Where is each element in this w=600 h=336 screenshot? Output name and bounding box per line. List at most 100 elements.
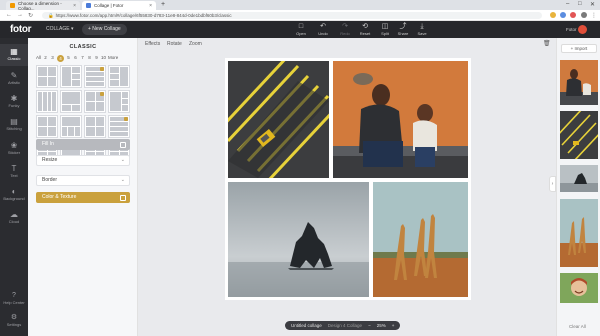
color-texture-option[interactable]: Color & Texture [36, 192, 130, 203]
collage-photo-rock[interactable] [228, 182, 369, 297]
redo-button[interactable]: ↷ Redo [336, 23, 354, 36]
template-thumb[interactable] [60, 90, 82, 113]
trash-icon[interactable]: 🗑 [543, 40, 551, 47]
browser-tab-active[interactable]: Collage | Fotor × [82, 1, 156, 10]
split-button[interactable]: ◫ Split [376, 23, 394, 36]
fill-in-option[interactable]: Fill In [36, 139, 130, 150]
chevron-down-icon: ⌄ [120, 157, 125, 163]
photo-thumbnail[interactable] [560, 199, 598, 267]
template-thumb[interactable] [108, 65, 130, 88]
back-button[interactable]: ← [6, 12, 12, 18]
help-icon: ? [12, 292, 16, 299]
rail-item-artistic[interactable]: ✎ Artistic [0, 71, 28, 85]
count-2[interactable]: 2 [43, 55, 48, 62]
count-more[interactable]: More [108, 55, 118, 62]
zoom-tool[interactable]: Zoom [189, 41, 202, 47]
rail-item-stitching[interactable]: ▤ Stitching [0, 117, 28, 131]
photo-thumbnail[interactable] [560, 165, 598, 192]
count-9[interactable]: 9 [94, 55, 99, 62]
reset-button[interactable]: ⟲ Reset [356, 23, 374, 36]
settings-button[interactable]: ⚙ Settings [0, 314, 28, 327]
collage-name[interactable]: Untitled collage [291, 323, 322, 328]
rail-item-cloud[interactable]: ☁ Cloud [0, 210, 28, 224]
import-button[interactable]: + Import [561, 44, 597, 53]
sea-rock-image [228, 182, 369, 297]
rail-item-classic[interactable]: ▦ Classic [0, 44, 28, 66]
count-all[interactable]: All [36, 55, 41, 62]
avatar[interactable] [578, 25, 587, 34]
parking-lot-image [228, 61, 329, 178]
template-thumb[interactable] [108, 90, 130, 113]
save-icon: ⤓ [420, 23, 424, 30]
count-5[interactable]: 5 [66, 55, 71, 62]
open-button[interactable]: □ Open [292, 23, 310, 36]
photo-thumbnail[interactable] [560, 111, 598, 159]
template-thumb[interactable] [60, 115, 82, 138]
close-icon[interactable]: × [149, 3, 152, 9]
count-7[interactable]: 7 [80, 55, 85, 62]
extension-icon[interactable] [550, 12, 556, 18]
canvas-workspace: Effects Rotate Zoom 🗑 [138, 38, 556, 336]
photo-thumbnail[interactable] [560, 60, 598, 105]
zoom-out-button[interactable]: − [368, 323, 371, 328]
count-6[interactable]: 6 [73, 55, 78, 62]
template-thumb[interactable] [84, 115, 106, 138]
window-close-button[interactable]: ✕ [590, 1, 595, 8]
template-thumb[interactable] [36, 90, 58, 113]
template-thumb[interactable] [108, 115, 130, 138]
effects-tool[interactable]: Effects [145, 41, 160, 47]
count-10[interactable]: 10 [101, 55, 106, 62]
count-4[interactable]: 4 [57, 55, 65, 62]
extension-icon[interactable] [570, 12, 576, 18]
template-thumb[interactable] [60, 65, 82, 88]
browser-menu-icon[interactable]: ⋮ [591, 12, 597, 19]
funky-icon: ✱ [10, 94, 18, 103]
collage-canvas[interactable] [225, 58, 471, 300]
count-8[interactable]: 8 [87, 55, 92, 62]
new-collage-button[interactable]: + New Collage [82, 24, 127, 35]
resize-option[interactable]: Resize ⌄ [36, 155, 130, 166]
close-icon[interactable]: × [73, 3, 76, 9]
collage-size[interactable]: Design 4 Collage [328, 323, 362, 328]
new-tab-button[interactable]: + [159, 1, 167, 9]
clear-all-button[interactable]: Clear All [569, 324, 586, 329]
maximize-button[interactable]: □ [578, 1, 582, 7]
text-icon: T [11, 164, 17, 173]
rail-label: Funky [8, 103, 20, 108]
mode-dropdown[interactable]: COLLAGE ▾ [46, 26, 74, 32]
rail-item-sticker[interactable]: ❀ Sticker [0, 141, 28, 155]
minimize-button[interactable]: – [566, 1, 569, 7]
rail-item-funky[interactable]: ✱ Funky [0, 94, 28, 108]
collage-photo-family[interactable] [333, 61, 468, 178]
template-thumb[interactable] [84, 65, 106, 88]
count-3[interactable]: 3 [50, 55, 55, 62]
help-center-button[interactable]: ? Help Center [0, 292, 28, 305]
reload-button[interactable]: ↻ [28, 12, 33, 19]
premium-icon [100, 67, 104, 71]
template-thumb[interactable] [36, 65, 58, 88]
undo-button[interactable]: ↶ Undo [314, 23, 332, 36]
save-button[interactable]: ⤓ Save [413, 23, 431, 36]
forward-button[interactable]: → [17, 12, 23, 18]
extension-icon[interactable] [560, 12, 566, 18]
photo-thumbnail[interactable] [560, 273, 598, 303]
border-option[interactable]: Border ⌄ [36, 175, 130, 186]
rail-item-text[interactable]: T Text [0, 164, 28, 178]
collage-photo-parking[interactable] [228, 61, 329, 178]
template-thumb[interactable] [84, 90, 106, 113]
collage-photo-giraffes[interactable] [373, 182, 468, 297]
zoom-in-button[interactable]: + [392, 323, 395, 328]
share-label: Share [397, 31, 409, 36]
profile-icon[interactable] [581, 12, 587, 18]
undo-label: Undo [318, 31, 328, 36]
fotor-logo[interactable]: fotor [10, 24, 32, 35]
split-label: Split [381, 31, 389, 36]
url-field[interactable]: 🔒 https://www.fotor.com/app.html#/collage… [42, 12, 542, 19]
rail-label: Background [3, 196, 25, 201]
rotate-tool[interactable]: Rotate [167, 41, 182, 47]
template-thumb[interactable] [36, 115, 58, 138]
browser-tab[interactable]: Choose a dimension - Collag... × [6, 1, 80, 11]
share-button[interactable]: ⤴ Share [394, 23, 412, 36]
sidebar-collapse-button[interactable]: › [549, 176, 556, 192]
rail-item-background[interactable]: ◐ Background [0, 187, 28, 201]
